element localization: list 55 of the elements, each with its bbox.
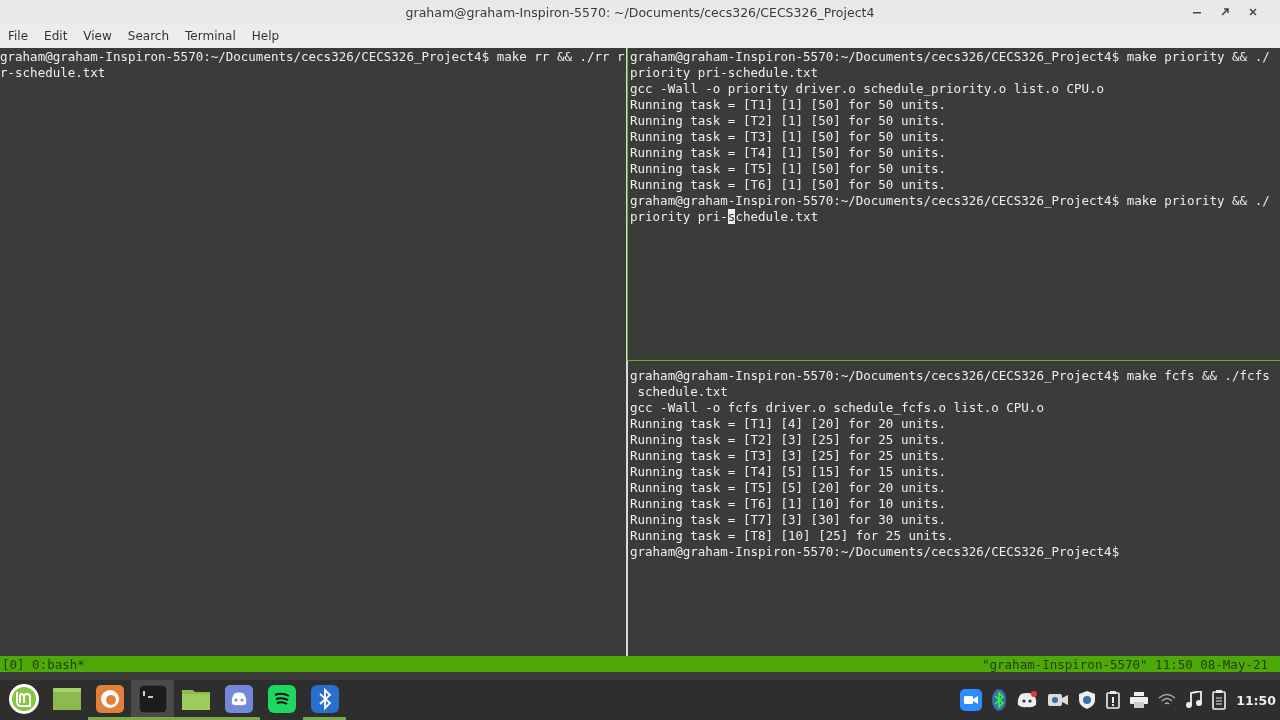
music-icon bbox=[266, 683, 297, 714]
terminal-line: Running task = [T5] [5] [20] for 20 units. bbox=[630, 480, 948, 496]
music-note-icon[interactable] bbox=[1186, 691, 1203, 709]
terminal-line: r-schedule.txt bbox=[0, 65, 107, 81]
menu-item[interactable]: Terminal bbox=[185, 29, 252, 43]
browser-icon bbox=[94, 683, 125, 714]
window-icon bbox=[51, 685, 82, 712]
terminal-line: gcc -Wall -o priority driver.o schedule_priority.o list.o CPU.o bbox=[630, 81, 1106, 97]
clock: 11:50 bbox=[1236, 692, 1276, 708]
terminal-line: Running task = [T4] [5] [15] for 15 units. bbox=[630, 464, 948, 480]
terminal-line: graham@graham-Inspiron-5570:~/Documents/cecs326/CECS326_Project4$ make priority && ./ bbox=[630, 49, 1271, 65]
host-clock: "graham-Inspiron-5570" 11:50 08-May-21 bbox=[982, 656, 1268, 672]
terminal-line: Running task = [T3] [1] [50] for 50 units. bbox=[630, 129, 948, 145]
battery-icon[interactable] bbox=[1212, 690, 1227, 710]
terminal-line: graham@graham-Inspiron-5570:~/Documents/cecs326/CECS326_Project4$ make priority && ./ bbox=[630, 193, 1271, 209]
camera-icon[interactable] bbox=[1048, 693, 1069, 707]
terminal-line: Running task = [T2] [3] [25] for 25 units. bbox=[630, 432, 948, 448]
terminal-line: graham@graham-Inspiron-5570:~/Documents/cecs326/CECS326_Project4$ make fcfs && ./fcfs bbox=[630, 368, 1271, 384]
terminal-line: Running task = [T6] [1] [10] for 10 units. bbox=[630, 496, 948, 512]
menu-item[interactable]: Help bbox=[251, 29, 296, 43]
terminal-line: schedule.txt bbox=[636, 384, 729, 400]
printer-icon[interactable] bbox=[1130, 692, 1149, 708]
wifi-icon[interactable] bbox=[1158, 693, 1177, 707]
menu-item[interactable]: File bbox=[8, 29, 45, 43]
terminal-line: graham@graham-Inspiron-5570:~/Documents/cecs326/CECS326_Project4$ bbox=[630, 544, 1121, 560]
terminal-line: Running task = [T1] [1] [50] for 50 units. bbox=[630, 97, 948, 113]
logo bbox=[6, 681, 41, 716]
video-call-icon[interactable] bbox=[960, 689, 983, 711]
terminal-line: Running task = [T7] [3] [30] for 30 units. bbox=[630, 512, 948, 528]
window-list: [0] 0:bash* bbox=[2, 656, 85, 672]
terminal-line: Running task = [T8] [10] [25] for 25 units. bbox=[630, 528, 955, 544]
bluetooth-icon[interactable] bbox=[992, 689, 1007, 711]
terminal-line: gcc -Wall -o fcfs driver.o schedule_fcfs.o list.o CPU.o bbox=[630, 400, 1045, 416]
menu-item[interactable]: Edit bbox=[44, 29, 84, 43]
terminal-line: priority pri-schedule.txt bbox=[630, 209, 820, 225]
bluetooth-icon bbox=[309, 683, 340, 714]
clipboard-icon[interactable] bbox=[1106, 691, 1121, 709]
chat-icon bbox=[223, 683, 254, 714]
terminal-line: Running task = [T6] [1] [50] for 50 units. bbox=[630, 177, 948, 193]
chat-bubble-icon[interactable] bbox=[1016, 691, 1039, 709]
terminal-line: Running task = [T4] [1] [50] for 50 units. bbox=[630, 145, 948, 161]
terminal-icon bbox=[137, 683, 168, 714]
terminal-line: Running task = [T3] [3] [25] for 25 units. bbox=[630, 448, 948, 464]
terminal-line: Running task = [T2] [1] [50] for 50 units. bbox=[630, 113, 948, 129]
terminal-line: Running task = [T5] [1] [50] for 50 units. bbox=[630, 161, 948, 177]
terminal-line: graham@graham-Inspiron-5570:~/Documents/cecs326/CECS326_Project4$ make rr && ./rr r bbox=[0, 49, 626, 65]
terminal-line: priority pri-schedule.txt bbox=[630, 65, 820, 81]
menu-item[interactable]: View bbox=[83, 29, 128, 43]
shield-icon[interactable] bbox=[1078, 690, 1097, 710]
taskbar-button[interactable] bbox=[131, 680, 174, 720]
menu-item[interactable]: Search bbox=[127, 29, 186, 43]
maximize-icon[interactable] bbox=[1220, 7, 1230, 17]
close-icon[interactable] bbox=[1248, 7, 1258, 17]
window-title: graham@graham-Inspiron-5570: ~/Documents/cecs326/CECS326_Project4 bbox=[405, 4, 875, 20]
terminal-line: Running task = [T1] [4] [20] for 20 units. bbox=[630, 416, 948, 432]
